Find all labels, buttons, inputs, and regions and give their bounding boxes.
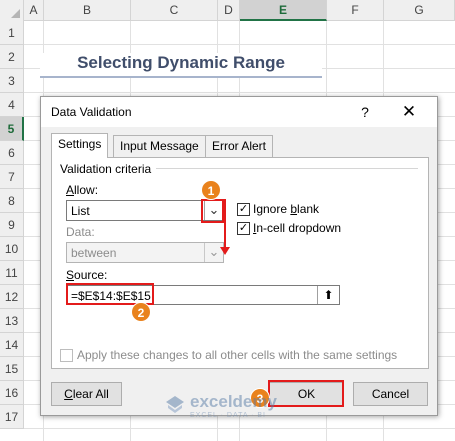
settings-panel: Validation criteria Allow: List ⌄ Data: …: [51, 157, 429, 369]
column-header-f[interactable]: F: [327, 0, 384, 21]
checkmark-icon: ✓: [238, 203, 249, 215]
ignore-blank-checkbox[interactable]: ✓: [237, 203, 250, 216]
in-cell-dropdown-checkbox[interactable]: ✓: [237, 222, 250, 235]
close-button[interactable]: ✕: [397, 101, 421, 123]
row-header-6[interactable]: 6: [0, 141, 24, 165]
row-header-11[interactable]: 11: [0, 261, 24, 285]
watermark: exceldemy EXCEL · DATA · BI: [164, 390, 314, 424]
tab-settings[interactable]: Settings: [51, 133, 109, 158]
row-header-10[interactable]: 10: [0, 237, 24, 261]
cancel-button[interactable]: Cancel: [353, 382, 428, 406]
row-header-12[interactable]: 12: [0, 285, 24, 309]
watermark-tagline: EXCEL · DATA · BI: [190, 412, 266, 419]
annotation-box-dropdown: [201, 199, 224, 223]
group-divider: [156, 168, 418, 169]
row-header-14[interactable]: 14: [0, 333, 24, 357]
select-all-corner[interactable]: [0, 0, 24, 21]
ignore-blank-label: Ignore blank: [253, 202, 320, 216]
tab-error-alert[interactable]: Error Alert: [205, 135, 274, 157]
row-header-1[interactable]: 1: [0, 21, 24, 45]
clear-all-button[interactable]: Clear All: [51, 382, 122, 406]
column-header-b[interactable]: B: [44, 0, 131, 21]
row-header-15[interactable]: 15: [0, 357, 24, 381]
gridline: [24, 44, 455, 45]
allow-select-value: List: [71, 204, 90, 218]
row-header-5[interactable]: 5: [0, 117, 24, 141]
gridline: [24, 428, 455, 429]
column-header-a[interactable]: A: [24, 0, 44, 21]
row-header-8[interactable]: 8: [0, 189, 24, 213]
annotation-badge-2: 2: [131, 302, 151, 322]
checkmark-icon: ✓: [238, 222, 249, 234]
allow-label: Allow:: [66, 183, 99, 197]
data-validation-dialog: Data Validation ? ✕ Settings Input Messa…: [40, 96, 438, 416]
title-underline: [40, 76, 322, 78]
row-header-9[interactable]: 9: [0, 213, 24, 237]
dialog-title: Data Validation: [51, 105, 132, 119]
validation-criteria-heading: Validation criteria: [60, 162, 152, 176]
row-header-3[interactable]: 3: [0, 69, 24, 93]
column-header-e[interactable]: E: [240, 0, 327, 21]
watermark-name: exceldemy: [190, 392, 277, 411]
row-header-7[interactable]: 7: [0, 165, 24, 189]
column-header-c[interactable]: C: [131, 0, 218, 21]
apply-all-checkbox[interactable]: [60, 349, 73, 362]
row-header-4[interactable]: 4: [0, 93, 24, 117]
row-header-16[interactable]: 16: [0, 381, 24, 405]
row-header-17[interactable]: 17: [0, 405, 24, 429]
column-header-d[interactable]: D: [218, 0, 240, 21]
collapse-dialog-icon[interactable]: ⬆: [317, 286, 339, 304]
data-label: Data:: [66, 225, 95, 239]
in-cell-dropdown-label: In-cell dropdown: [253, 221, 342, 235]
annotation-arrow-line: [224, 199, 226, 249]
data-select-value: between: [71, 246, 117, 260]
dialog-titlebar: Data Validation ? ✕: [41, 97, 437, 127]
exceldemy-logo-icon: [166, 396, 184, 413]
annotation-arrow-head: [220, 247, 230, 255]
sheet-title: Selecting Dynamic Range: [40, 53, 322, 77]
data-select[interactable]: between ⌄: [66, 242, 224, 263]
gridline: [24, 92, 455, 93]
annotation-badge-1: 1: [201, 180, 221, 200]
column-header-g[interactable]: G: [384, 0, 455, 21]
source-label: Source:: [66, 268, 108, 282]
row-header-2[interactable]: 2: [0, 45, 24, 69]
select-all-icon: [11, 9, 20, 18]
help-button[interactable]: ?: [355, 102, 375, 122]
apply-all-label: Apply these changes to all other cells w…: [77, 348, 398, 362]
row-header-13[interactable]: 13: [0, 309, 24, 333]
tab-input-message[interactable]: Input Message: [113, 135, 206, 157]
